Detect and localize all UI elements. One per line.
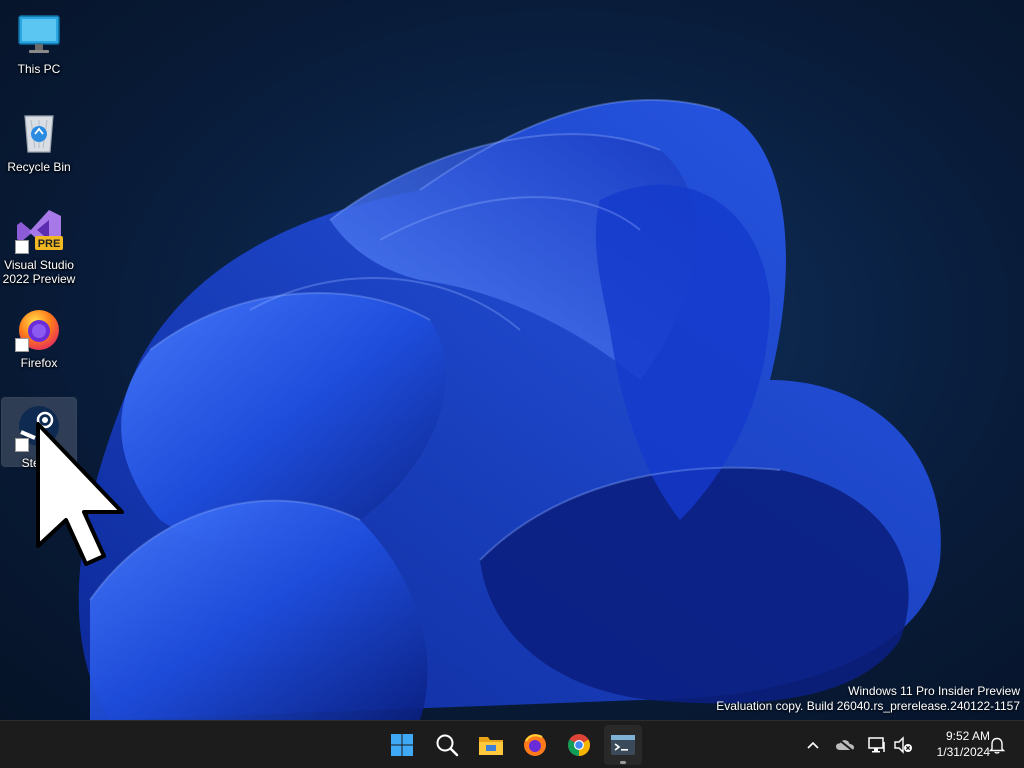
desktop-icon-label: Steam [21, 456, 57, 470]
desktop-icon-label: Firefox [20, 356, 58, 370]
network-tray-button[interactable] [864, 731, 890, 759]
desktop-icon-label: Visual Studio 2022 Preview [2, 258, 76, 286]
desktop-icon-label: This PC [17, 62, 61, 76]
show-hidden-icons-button[interactable] [800, 731, 826, 759]
cloud-offline-icon [836, 738, 854, 752]
firefox-taskbar-button[interactable] [516, 725, 554, 765]
shortcut-arrow-icon [15, 438, 29, 452]
terminal-icon [611, 735, 635, 755]
watermark-line-2: Evaluation copy. Build 26040.rs_prerelea… [716, 699, 1020, 713]
volume-tray-button[interactable] [890, 731, 916, 759]
terminal-taskbar-button[interactable] [604, 725, 642, 765]
desktop[interactable]: This PC Recycle Bin PRE Visual Studio 20… [0, 0, 1024, 720]
running-indicator [620, 761, 626, 764]
desktop-icon-this-pc[interactable]: This PC [2, 4, 76, 88]
onedrive-tray-button[interactable] [832, 731, 858, 759]
clock-date: 1/31/2024 [936, 745, 990, 759]
clock[interactable]: 9:52 AM 1/31/2024 [918, 728, 990, 760]
start-button[interactable] [383, 725, 421, 765]
visual-studio-icon: PRE [15, 206, 63, 254]
desktop-icon-steam[interactable]: Steam [1, 397, 77, 470]
shortcut-arrow-icon [15, 338, 29, 352]
bell-icon [989, 737, 1005, 754]
desktop-icon-recycle-bin[interactable]: Recycle Bin [2, 102, 76, 186]
wallpaper-bloom [78, 98, 941, 720]
network-icon [868, 737, 885, 753]
windows-logo-icon [391, 734, 413, 756]
file-explorer-button[interactable] [472, 725, 510, 765]
watermark-line-1: Windows 11 Pro Insider Preview [848, 684, 1020, 698]
chrome-taskbar-button[interactable] [560, 725, 598, 765]
folder-icon [479, 737, 503, 755]
evaluation-watermark: Windows 11 Pro Insider Preview Evaluatio… [716, 684, 1020, 714]
chrome-icon [568, 734, 590, 756]
clock-time: 9:52 AM [945, 729, 990, 743]
firefox-icon [524, 734, 546, 756]
firefox-icon [15, 304, 63, 352]
desktop-icon-visual-studio[interactable]: PRE Visual Studio 2022 Preview [2, 200, 76, 296]
volume-muted-icon [894, 736, 912, 754]
search-button[interactable] [428, 725, 466, 765]
notifications-button[interactable] [984, 731, 1010, 759]
desktop-icon-firefox[interactable]: Firefox [2, 298, 76, 382]
taskbar: 9:52 AM 1/31/2024 [0, 720, 1024, 768]
desktop-icon-label: Recycle Bin [7, 160, 71, 174]
search-icon [436, 734, 459, 757]
monitor-icon [15, 10, 63, 58]
shortcut-arrow-icon [15, 240, 29, 254]
pre-badge: PRE [38, 238, 61, 250]
chevron-up-icon [807, 741, 819, 749]
recycle-bin-icon [15, 108, 63, 156]
steam-icon [15, 404, 63, 452]
